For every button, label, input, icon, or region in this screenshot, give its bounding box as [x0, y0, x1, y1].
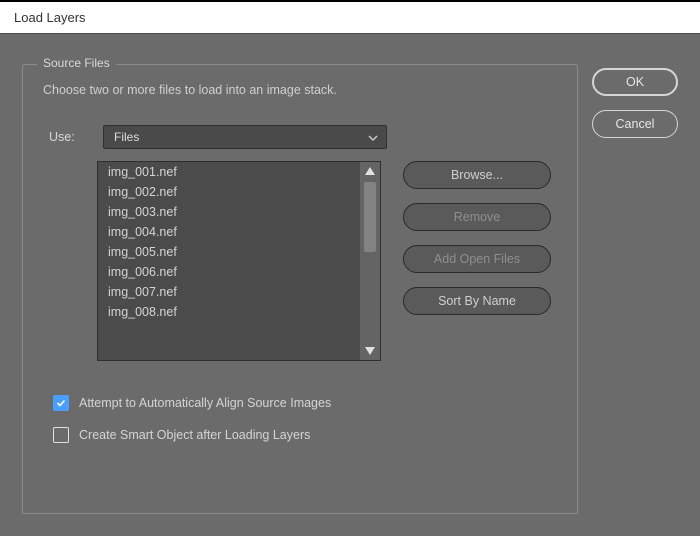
add-open-files-button[interactable]: Add Open Files [403, 245, 551, 273]
sort-by-name-button[interactable]: Sort By Name [403, 287, 551, 315]
list-item[interactable]: img_006.nef [98, 262, 380, 282]
file-listbox[interactable]: img_001.nef img_002.nef img_003.nef img_… [97, 161, 381, 361]
smart-object-checkbox-label: Create Smart Object after Loading Layers [79, 428, 310, 442]
dialog-body: Source Files Choose two or more files to… [0, 34, 700, 536]
list-item[interactable]: img_003.nef [98, 202, 380, 222]
title-bar: Load Layers [0, 0, 700, 34]
list-item[interactable]: img_007.nef [98, 282, 380, 302]
cancel-button[interactable]: Cancel [592, 110, 678, 138]
scrollbar[interactable] [360, 162, 380, 360]
list-item[interactable]: img_002.nef [98, 182, 380, 202]
align-checkbox-row[interactable]: Attempt to Automatically Align Source Im… [53, 395, 547, 411]
right-column: OK Cancel [592, 64, 678, 514]
ok-button[interactable]: OK [592, 68, 678, 96]
scroll-up-icon[interactable] [364, 166, 376, 176]
align-checkbox-label: Attempt to Automatically Align Source Im… [79, 396, 331, 410]
scroll-down-icon[interactable] [364, 346, 376, 356]
file-area: img_001.nef img_002.nef img_003.nef img_… [43, 161, 557, 361]
list-item[interactable]: img_004.nef [98, 222, 380, 242]
chevron-down-icon [368, 133, 378, 143]
remove-button[interactable]: Remove [403, 203, 551, 231]
checkmark-icon [56, 398, 66, 408]
browse-button[interactable]: Browse... [403, 161, 551, 189]
dialog-title: Load Layers [14, 10, 86, 25]
list-item[interactable]: img_008.nef [98, 302, 380, 322]
scroll-thumb[interactable] [364, 182, 376, 252]
fieldset-legend: Source Files [37, 56, 116, 70]
checkbox-group: Attempt to Automatically Align Source Im… [43, 361, 557, 443]
align-checkbox[interactable] [53, 395, 69, 411]
use-row: Use: Files [43, 125, 557, 149]
use-select-value: Files [114, 130, 139, 144]
use-label: Use: [49, 130, 89, 144]
use-select[interactable]: Files [103, 125, 387, 149]
main-column: Source Files Choose two or more files to… [22, 64, 578, 514]
listbox-items: img_001.nef img_002.nef img_003.nef img_… [98, 162, 380, 360]
smart-object-checkbox[interactable] [53, 427, 69, 443]
smart-object-checkbox-row[interactable]: Create Smart Object after Loading Layers [53, 427, 547, 443]
list-item[interactable]: img_005.nef [98, 242, 380, 262]
source-files-fieldset: Source Files Choose two or more files to… [22, 64, 578, 514]
list-item[interactable]: img_001.nef [98, 162, 380, 182]
instruction-text: Choose two or more files to load into an… [43, 83, 557, 97]
file-buttons: Browse... Remove Add Open Files Sort By … [403, 161, 551, 361]
